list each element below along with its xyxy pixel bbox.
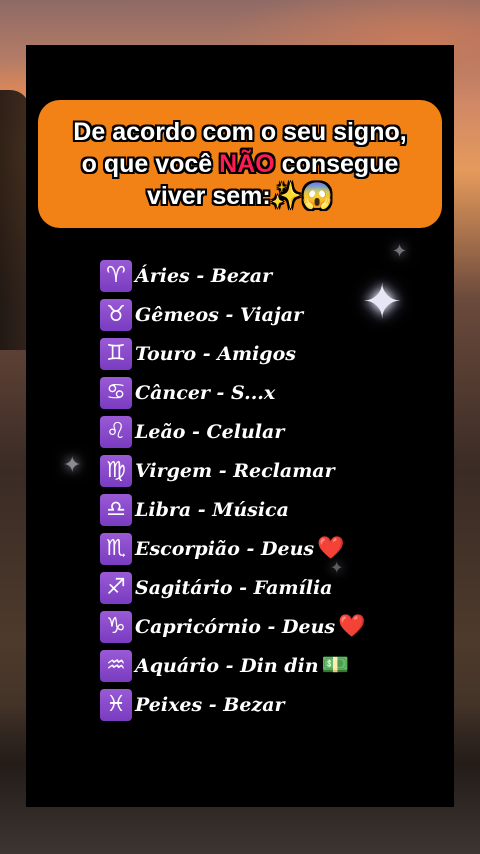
sign-text: Touro - Amigos xyxy=(135,342,296,365)
sign-text: Gêmeos - Viajar xyxy=(135,303,304,326)
sign-text: Escorpião - Deus xyxy=(135,537,315,560)
sparkles-scream-emoji: ✨😱 xyxy=(270,182,333,210)
sign-text: Leão - Celular xyxy=(135,420,285,443)
sign-text: Peixes - Bezar xyxy=(135,693,285,716)
list-item: ♑ Capricórnio - Deus ❤️ xyxy=(100,607,366,646)
banner-line-2-start: o que você xyxy=(81,150,220,178)
list-item: ♈ Áries - Bezar 😘 xyxy=(100,256,366,295)
banner-line-3-text: viver sem: xyxy=(147,182,271,210)
banner-line-1: De acordo com o seu signo, xyxy=(73,118,407,146)
list-item: ♌ Leão - Celular xyxy=(100,412,366,451)
kiss-emoji: 😘 xyxy=(275,263,299,288)
cancer-icon: ♋ xyxy=(100,376,132,409)
title-banner: De acordo com o seu signo, o que você NÃ… xyxy=(38,100,442,228)
sign-text: Sagitário - Família xyxy=(135,576,333,599)
kiss-emoji: 😘 xyxy=(287,692,311,717)
list-item: ♋ Câncer - S...x 😈 xyxy=(100,373,366,412)
devil-emoji: 😈 xyxy=(278,380,302,405)
libra-icon: ♎ xyxy=(100,493,132,526)
banner-line-3: viver sem:✨😱 xyxy=(147,180,333,212)
sign-text: Áries - Bezar xyxy=(135,264,273,287)
sign-text: Libra - Música xyxy=(135,498,289,521)
heart-emoji: ❤️ xyxy=(338,614,366,639)
sign-text: Aquário - Din din xyxy=(135,654,319,677)
list-item: ♍ Virgem - Reclamar xyxy=(100,451,366,490)
sign-list: ♈ Áries - Bezar 😘 ♉ Gêmeos - Viajar ♊ To… xyxy=(100,256,366,724)
gemini-icon: ♊ xyxy=(100,337,132,370)
sparkle-icon: ✦ xyxy=(362,274,403,330)
list-item: ♐ Sagitário - Família xyxy=(100,568,366,607)
list-item: ♉ Gêmeos - Viajar xyxy=(100,295,366,334)
heart-emoji: ❤️ xyxy=(317,536,345,561)
list-item: ♒ Aquário - Din din 💵 xyxy=(100,646,366,685)
money-emoji: 💵 xyxy=(321,653,350,678)
list-item: ♏ Escorpião - Deus ❤️ xyxy=(100,529,366,568)
banner-line-2-end: consegue xyxy=(274,150,399,178)
virgo-icon: ♍ xyxy=(100,454,132,487)
sign-text: Capricórnio - Deus xyxy=(135,615,336,638)
sign-text: Câncer - S...x xyxy=(135,381,276,404)
capricorn-icon: ♑ xyxy=(100,610,132,643)
list-item: ♊ Touro - Amigos xyxy=(100,334,366,373)
aquarius-icon: ♒ xyxy=(100,649,132,682)
pisces-icon: ♓ xyxy=(100,688,132,721)
sign-text: Virgem - Reclamar xyxy=(135,459,335,482)
aries-icon: ♈ xyxy=(100,259,132,292)
sparkle-icon: ✦ xyxy=(392,241,408,262)
sagittarius-icon: ♐ xyxy=(100,571,132,604)
list-item: ♓ Peixes - Bezar 😘 xyxy=(100,685,366,724)
taurus-icon: ♉ xyxy=(100,298,132,331)
sparkle-icon: ✦ xyxy=(63,453,82,478)
banner-highlight: NÃO xyxy=(219,150,275,178)
list-item: ♎ Libra - Música xyxy=(100,490,366,529)
scorpio-icon: ♏ xyxy=(100,532,132,565)
banner-line-2: o que você NÃO consegue xyxy=(82,148,399,180)
leo-icon: ♌ xyxy=(100,415,132,448)
